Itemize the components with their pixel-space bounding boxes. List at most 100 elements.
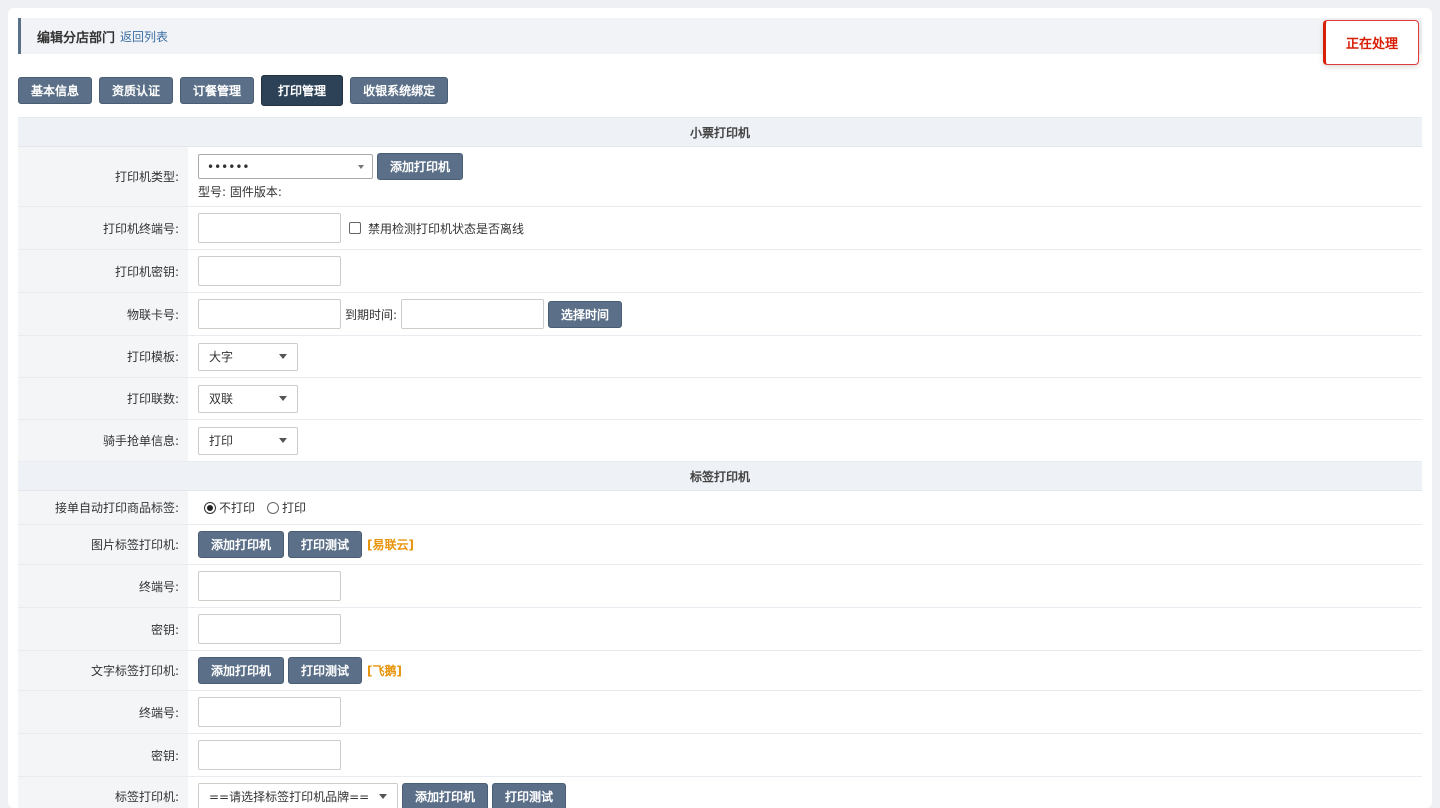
printer-brand-tag: [易联云]: [367, 536, 414, 553]
field-label: 打印机类型:: [18, 147, 188, 206]
tab-qualification[interactable]: 资质认证: [99, 77, 173, 104]
page-title: 编辑分店部门: [37, 27, 115, 46]
field-label: 密钥:: [18, 734, 188, 776]
terminal-no-input[interactable]: [198, 571, 341, 601]
section-receipt-printer: 小票打印机: [18, 118, 1422, 147]
chevron-down-icon: [279, 396, 287, 401]
print-copies-select[interactable]: 双联: [198, 385, 298, 413]
print-radio[interactable]: [267, 502, 279, 514]
field-value: 添加打印机 打印测试 [易联云]: [188, 525, 1422, 564]
field-value: 不打印 打印: [188, 491, 1422, 524]
label-printer-brand-select[interactable]: ==请选择标签打印机品牌==: [198, 783, 398, 808]
row-text-label-printer: 文字标签打印机: 添加打印机 打印测试 [飞鹅]: [18, 651, 1422, 691]
tab-order-management[interactable]: 订餐管理: [180, 77, 254, 104]
add-printer-button[interactable]: 添加打印机: [402, 783, 488, 808]
print-test-button[interactable]: 打印测试: [492, 783, 566, 808]
model-firmware-info: 型号: 固件版本:: [198, 183, 282, 200]
field-value: [188, 608, 1422, 650]
field-label: 打印机密钥:: [18, 250, 188, 292]
row-image-terminal: 终端号:: [18, 565, 1422, 608]
select-value: ==请选择标签打印机品牌==: [209, 788, 369, 805]
processing-toast: 正在处理: [1323, 20, 1419, 65]
print-test-button[interactable]: 打印测试: [288, 531, 362, 558]
expire-time-input[interactable]: [401, 299, 544, 329]
checkbox-label: 禁用检测打印机状态是否离线: [368, 220, 524, 237]
field-label: 骑手抢单信息:: [18, 420, 188, 461]
field-label: 标签打印机:: [18, 777, 188, 808]
terminal-no-input[interactable]: [198, 213, 341, 243]
row-copies: 打印联数: 双联: [18, 378, 1422, 420]
row-image-label-printer: 图片标签打印机: 添加打印机 打印测试 [易联云]: [18, 525, 1422, 565]
terminal-no-input[interactable]: [198, 697, 341, 727]
print-template-select[interactable]: 大字: [198, 343, 298, 371]
field-value: 禁用检测打印机状态是否离线: [188, 207, 1422, 249]
row-auto-print: 接单自动打印商品标签: 不打印 打印: [18, 491, 1422, 525]
select-value: 大字: [209, 348, 233, 365]
row-brand-label-printer: 标签打印机: ==请选择标签打印机品牌== 添加打印机 打印测试: [18, 777, 1422, 808]
select-value: 双联: [209, 390, 233, 407]
field-label: 密钥:: [18, 608, 188, 650]
expire-label: 到期时间:: [345, 306, 397, 323]
field-label: 物联卡号:: [18, 293, 188, 335]
row-secret-key: 打印机密钥:: [18, 250, 1422, 293]
field-value: [188, 691, 1422, 733]
field-value: 打印: [188, 420, 1422, 461]
section-label-printer: 标签打印机: [18, 462, 1422, 491]
disable-offline-check-checkbox[interactable]: [349, 222, 361, 234]
field-label: 文字标签打印机:: [18, 651, 188, 690]
field-label: 打印机终端号:: [18, 207, 188, 249]
add-printer-button[interactable]: 添加打印机: [198, 657, 284, 684]
chevron-down-icon: [358, 165, 364, 169]
printer-brand-tag: [飞鹅]: [367, 662, 402, 679]
printer-type-controls: •••••• 添加打印机: [198, 153, 463, 180]
select-time-button[interactable]: 选择时间: [548, 301, 622, 328]
tab-print-management[interactable]: 打印管理: [261, 75, 343, 106]
field-value: 添加打印机 打印测试 [飞鹅]: [188, 651, 1422, 690]
secret-key-input[interactable]: [198, 614, 341, 644]
field-label: 打印模板:: [18, 336, 188, 377]
toast-text: 正在处理: [1346, 33, 1398, 52]
field-value: [188, 565, 1422, 607]
field-value: [188, 250, 1422, 292]
add-printer-button[interactable]: 添加打印机: [198, 531, 284, 558]
field-label: 打印联数:: [18, 378, 188, 419]
row-text-key: 密钥:: [18, 734, 1422, 777]
tab-cashier-binding[interactable]: 收银系统绑定: [350, 77, 448, 104]
section-title: 标签打印机: [690, 468, 750, 485]
row-image-key: 密钥:: [18, 608, 1422, 651]
field-value: •••••• 添加打印机 型号: 固件版本:: [188, 147, 1422, 206]
row-text-terminal: 终端号:: [18, 691, 1422, 734]
field-label: 图片标签打印机:: [18, 525, 188, 564]
select-value: ••••••: [207, 160, 249, 174]
iot-card-input[interactable]: [198, 299, 341, 329]
print-test-button[interactable]: 打印测试: [288, 657, 362, 684]
row-template: 打印模板: 大字: [18, 336, 1422, 378]
page-container: 编辑分店部门 返回列表 正在处理 基本信息 资质认证 订餐管理 打印管理 收银系…: [8, 8, 1432, 808]
print-settings-form: 小票打印机 打印机类型: •••••• 添加打印机 型号: 固件版本: 打印机终…: [18, 117, 1422, 808]
field-label: 终端号:: [18, 565, 188, 607]
field-value: ==请选择标签打印机品牌== 添加打印机 打印测试: [188, 777, 1422, 808]
field-value: [188, 734, 1422, 776]
row-iot-card: 物联卡号: 到期时间: 选择时间: [18, 293, 1422, 336]
rider-info-select[interactable]: 打印: [198, 427, 298, 455]
chevron-down-icon: [279, 354, 287, 359]
field-label: 接单自动打印商品标签:: [18, 491, 188, 524]
secret-key-input[interactable]: [198, 740, 341, 770]
add-printer-button[interactable]: 添加打印机: [377, 153, 463, 180]
back-to-list-link[interactable]: 返回列表: [120, 28, 168, 45]
chevron-down-icon: [379, 794, 387, 799]
field-value: 双联: [188, 378, 1422, 419]
field-value: 大字: [188, 336, 1422, 377]
section-title: 小票打印机: [690, 124, 750, 141]
row-terminal-no: 打印机终端号: 禁用检测打印机状态是否离线: [18, 207, 1422, 250]
radio-label: 打印: [282, 499, 306, 516]
printer-type-select[interactable]: ••••••: [198, 154, 373, 179]
page-header: 编辑分店部门 返回列表: [18, 18, 1422, 54]
row-printer-type: 打印机类型: •••••• 添加打印机 型号: 固件版本:: [18, 147, 1422, 207]
printer-key-input[interactable]: [198, 256, 341, 286]
no-print-radio[interactable]: [204, 502, 216, 514]
field-value: 到期时间: 选择时间: [188, 293, 1422, 335]
chevron-down-icon: [279, 438, 287, 443]
tab-basic-info[interactable]: 基本信息: [18, 77, 92, 104]
row-rider-info: 骑手抢单信息: 打印: [18, 420, 1422, 462]
